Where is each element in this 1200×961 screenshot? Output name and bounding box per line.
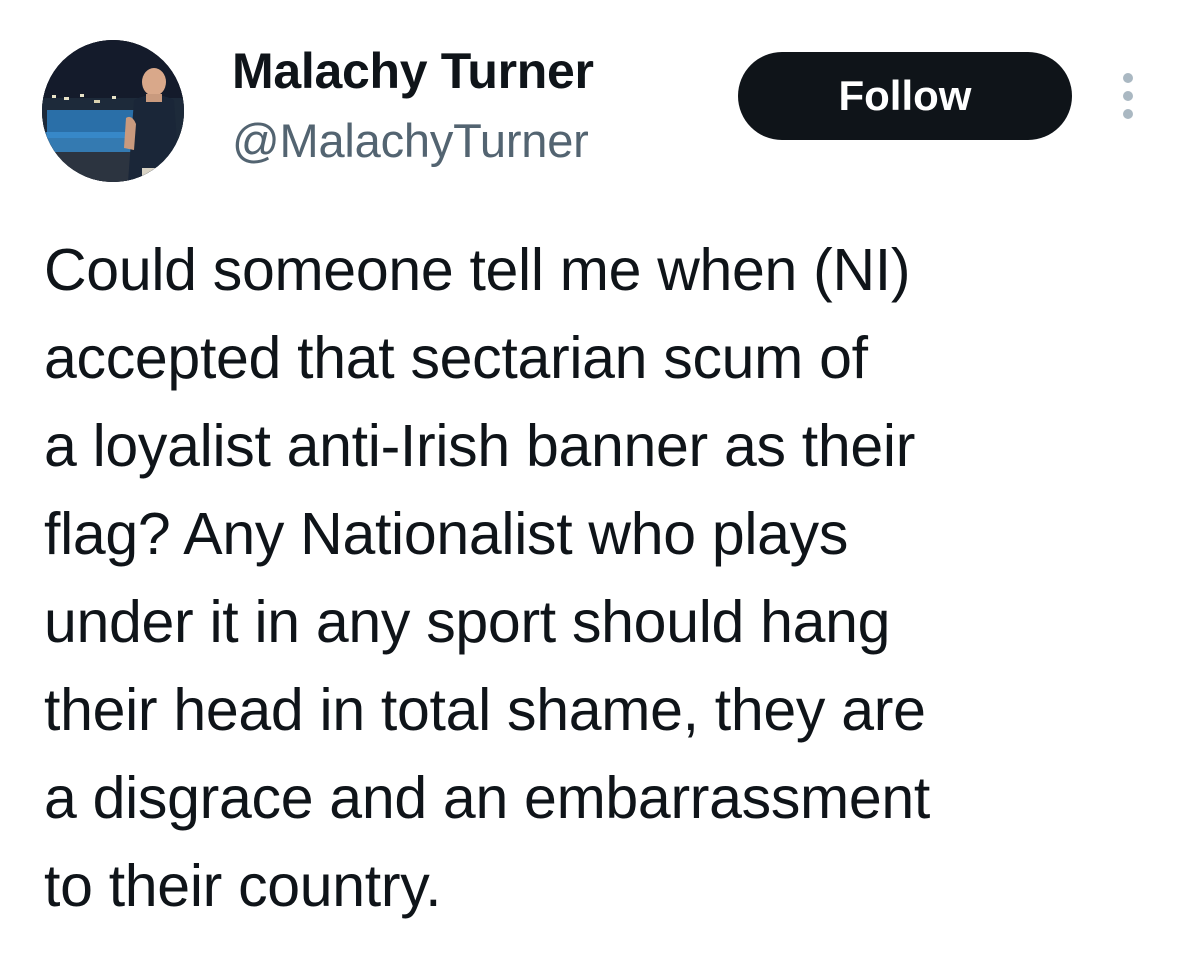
more-options-icon — [1123, 73, 1133, 119]
follow-button[interactable]: Follow — [738, 52, 1072, 140]
author-handle[interactable]: @MalachyTurner — [232, 110, 589, 172]
tweet-text: Could someone tell me when (NI) accepted… — [44, 237, 931, 919]
profile-photo-icon — [42, 40, 184, 182]
more-options-button[interactable] — [1108, 64, 1148, 128]
author-display-name[interactable]: Malachy Turner — [232, 40, 594, 102]
avatar[interactable] — [42, 40, 184, 182]
